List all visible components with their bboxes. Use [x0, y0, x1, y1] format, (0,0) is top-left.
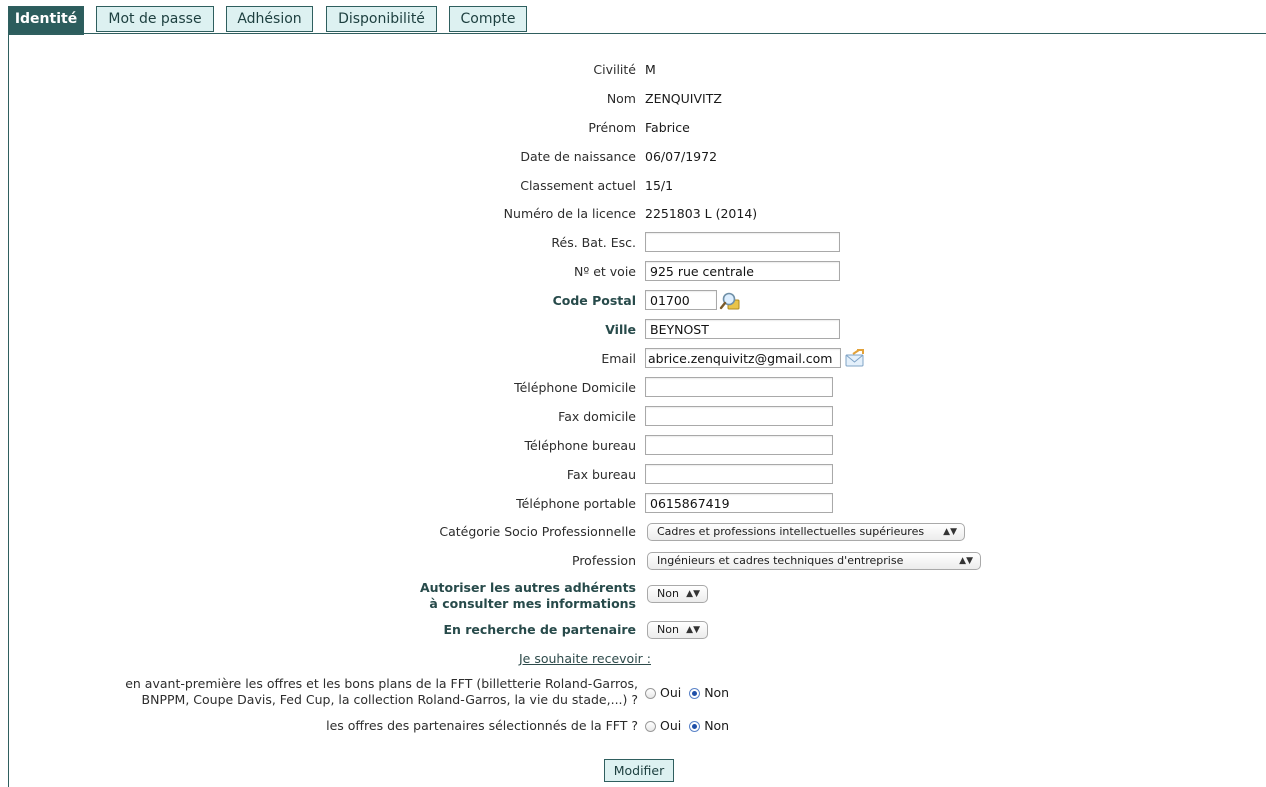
- row-prenom: Prénom Fabrice: [0, 116, 1266, 140]
- row-tel-bureau: Téléphone bureau: [0, 434, 1266, 458]
- autoriser-label-line1: Autoriser les autres adhérents: [419, 580, 636, 595]
- row-portable: Téléphone portable: [0, 492, 1266, 516]
- profession-selected-value: Ingénieurs et cadres techniques d'entrep…: [657, 554, 904, 567]
- tel-domicile-label: Téléphone Domicile: [514, 380, 636, 395]
- chevron-updown-icon: ▲▼: [959, 556, 973, 566]
- row-civilite: Civilité M: [0, 58, 1266, 82]
- tab-compte[interactable]: Compte: [449, 6, 527, 32]
- receive-link[interactable]: Je souhaite recevoir :: [519, 647, 651, 671]
- recherche-select[interactable]: Non ▲▼: [647, 621, 708, 639]
- recherche-label: En recherche de partenaire: [443, 622, 636, 637]
- chevron-updown-icon: ▲▼: [686, 589, 700, 599]
- portable-input[interactable]: [645, 493, 833, 513]
- naissance-label: Date de naissance: [520, 149, 636, 164]
- nom-label: Nom: [606, 91, 636, 106]
- row-offers-partners: les offres des partenaires sélectionnés …: [0, 714, 1266, 738]
- row-autoriser: Autoriser les autres adhérents à consult…: [0, 580, 1266, 612]
- portable-label: Téléphone portable: [516, 496, 636, 511]
- email-input[interactable]: [645, 348, 841, 368]
- row-naissance: Date de naissance 06/07/1972: [0, 145, 1266, 169]
- csp-selected-value: Cadres et professions intellectuelles su…: [657, 525, 925, 538]
- autoriser-label-line2: à consulter mes informations: [429, 596, 636, 611]
- offers-fft-label: en avant-première les offres et les bons…: [125, 676, 638, 708]
- row-nom: Nom ZENQUIVITZ: [0, 87, 1266, 111]
- row-ville: Ville: [0, 318, 1266, 342]
- offers-partners-options: Oui Non: [645, 714, 729, 738]
- res-label: Rés. Bat. Esc.: [551, 235, 636, 250]
- tel-bureau-input[interactable]: [645, 435, 833, 455]
- ville-input[interactable]: [645, 319, 840, 339]
- profession-select[interactable]: Ingénieurs et cadres techniques d'entrep…: [647, 552, 981, 570]
- offers-fft-options: Oui Non: [645, 681, 729, 705]
- autoriser-selected-value: Non: [657, 587, 679, 600]
- offers-fft-non-label: Non: [704, 685, 730, 700]
- res-input[interactable]: [645, 232, 840, 252]
- row-res: Rés. Bat. Esc.: [0, 231, 1266, 255]
- row-classement: Classement actuel 15/1: [0, 174, 1266, 198]
- civilite-value: M: [645, 62, 656, 77]
- offers-fft-oui-radio[interactable]: [645, 688, 656, 699]
- prenom-value: Fabrice: [645, 120, 690, 135]
- profession-label: Profession: [572, 553, 636, 568]
- row-recherche: En recherche de partenaire Non ▲▼: [0, 618, 1266, 642]
- modifier-button[interactable]: Modifier: [604, 759, 674, 782]
- tab-identite[interactable]: Identité: [8, 6, 84, 35]
- ville-label: Ville: [605, 322, 636, 337]
- civilite-label: Civilité: [593, 62, 636, 77]
- voie-label: Nº et voie: [574, 264, 636, 279]
- offers-partners-label: les offres des partenaires sélectionnés …: [326, 718, 638, 733]
- autoriser-label: Autoriser les autres adhérents à consult…: [420, 580, 636, 612]
- offers-partners-non-radio[interactable]: [689, 721, 701, 732]
- tel-domicile-input[interactable]: [645, 377, 833, 397]
- row-offers-fft: en avant-première les offres et les bons…: [0, 676, 1266, 710]
- offers-fft-label-line2: BNPPM, Coupe Davis, Fed Cup, la collecti…: [141, 692, 638, 707]
- row-licence: Numéro de la licence 2251803 L (2014): [0, 202, 1266, 226]
- offers-fft-oui-label: Oui: [659, 685, 682, 700]
- csp-select[interactable]: Cadres et professions intellectuelles su…: [647, 523, 965, 541]
- nom-value: ZENQUIVITZ: [645, 91, 722, 106]
- fax-domicile-label: Fax domicile: [558, 409, 636, 424]
- tab-disponibilite[interactable]: Disponibilité: [326, 6, 437, 32]
- chevron-updown-icon: ▲▼: [686, 625, 700, 635]
- row-fax-bureau: Fax bureau: [0, 463, 1266, 487]
- email-label: Email: [601, 351, 636, 366]
- licence-label: Numéro de la licence: [503, 206, 636, 221]
- prenom-label: Prénom: [588, 120, 636, 135]
- row-voie: Nº et voie: [0, 260, 1266, 284]
- fax-domicile-input[interactable]: [645, 406, 833, 426]
- row-fax-domicile: Fax domicile: [0, 405, 1266, 429]
- code-postal-label: Code Postal: [552, 293, 636, 308]
- row-receive: Je souhaite recevoir :: [0, 647, 1266, 671]
- naissance-value: 06/07/1972: [645, 149, 718, 164]
- offers-fft-label-line1: en avant-première les offres et les bons…: [125, 676, 638, 691]
- classement-value: 15/1: [645, 178, 674, 193]
- recherche-selected-value: Non: [657, 623, 679, 636]
- offers-partners-oui-label: Oui: [659, 718, 682, 733]
- offers-partners-oui-radio[interactable]: [645, 721, 656, 732]
- tab-divider: [8, 33, 1266, 34]
- magnifier-icon[interactable]: [719, 291, 741, 314]
- tab-mot-de-passe[interactable]: Mot de passe: [96, 6, 214, 32]
- row-csp: Catégorie Socio Professionnelle Cadres e…: [0, 520, 1266, 544]
- offers-fft-non-radio[interactable]: [689, 688, 701, 699]
- fax-bureau-input[interactable]: [645, 464, 833, 484]
- row-tel-domicile: Téléphone Domicile: [0, 376, 1266, 400]
- csp-label: Catégorie Socio Professionnelle: [439, 524, 636, 539]
- envelope-icon[interactable]: [844, 348, 866, 371]
- code-postal-input[interactable]: [645, 290, 717, 310]
- licence-value: 2251803 L (2014): [645, 206, 758, 221]
- row-email: Email: [0, 347, 1266, 371]
- classement-label: Classement actuel: [520, 178, 636, 193]
- autoriser-select[interactable]: Non ▲▼: [647, 585, 708, 603]
- row-code-postal: Code Postal: [0, 289, 1266, 313]
- fax-bureau-label: Fax bureau: [566, 467, 636, 482]
- row-profession: Profession Ingénieurs et cadres techniqu…: [0, 549, 1266, 573]
- chevron-updown-icon: ▲▼: [943, 527, 957, 537]
- tab-adhesion[interactable]: Adhésion: [226, 6, 313, 32]
- offers-partners-non-label: Non: [704, 718, 730, 733]
- tel-bureau-label: Téléphone bureau: [524, 438, 636, 453]
- voie-input[interactable]: [645, 261, 840, 281]
